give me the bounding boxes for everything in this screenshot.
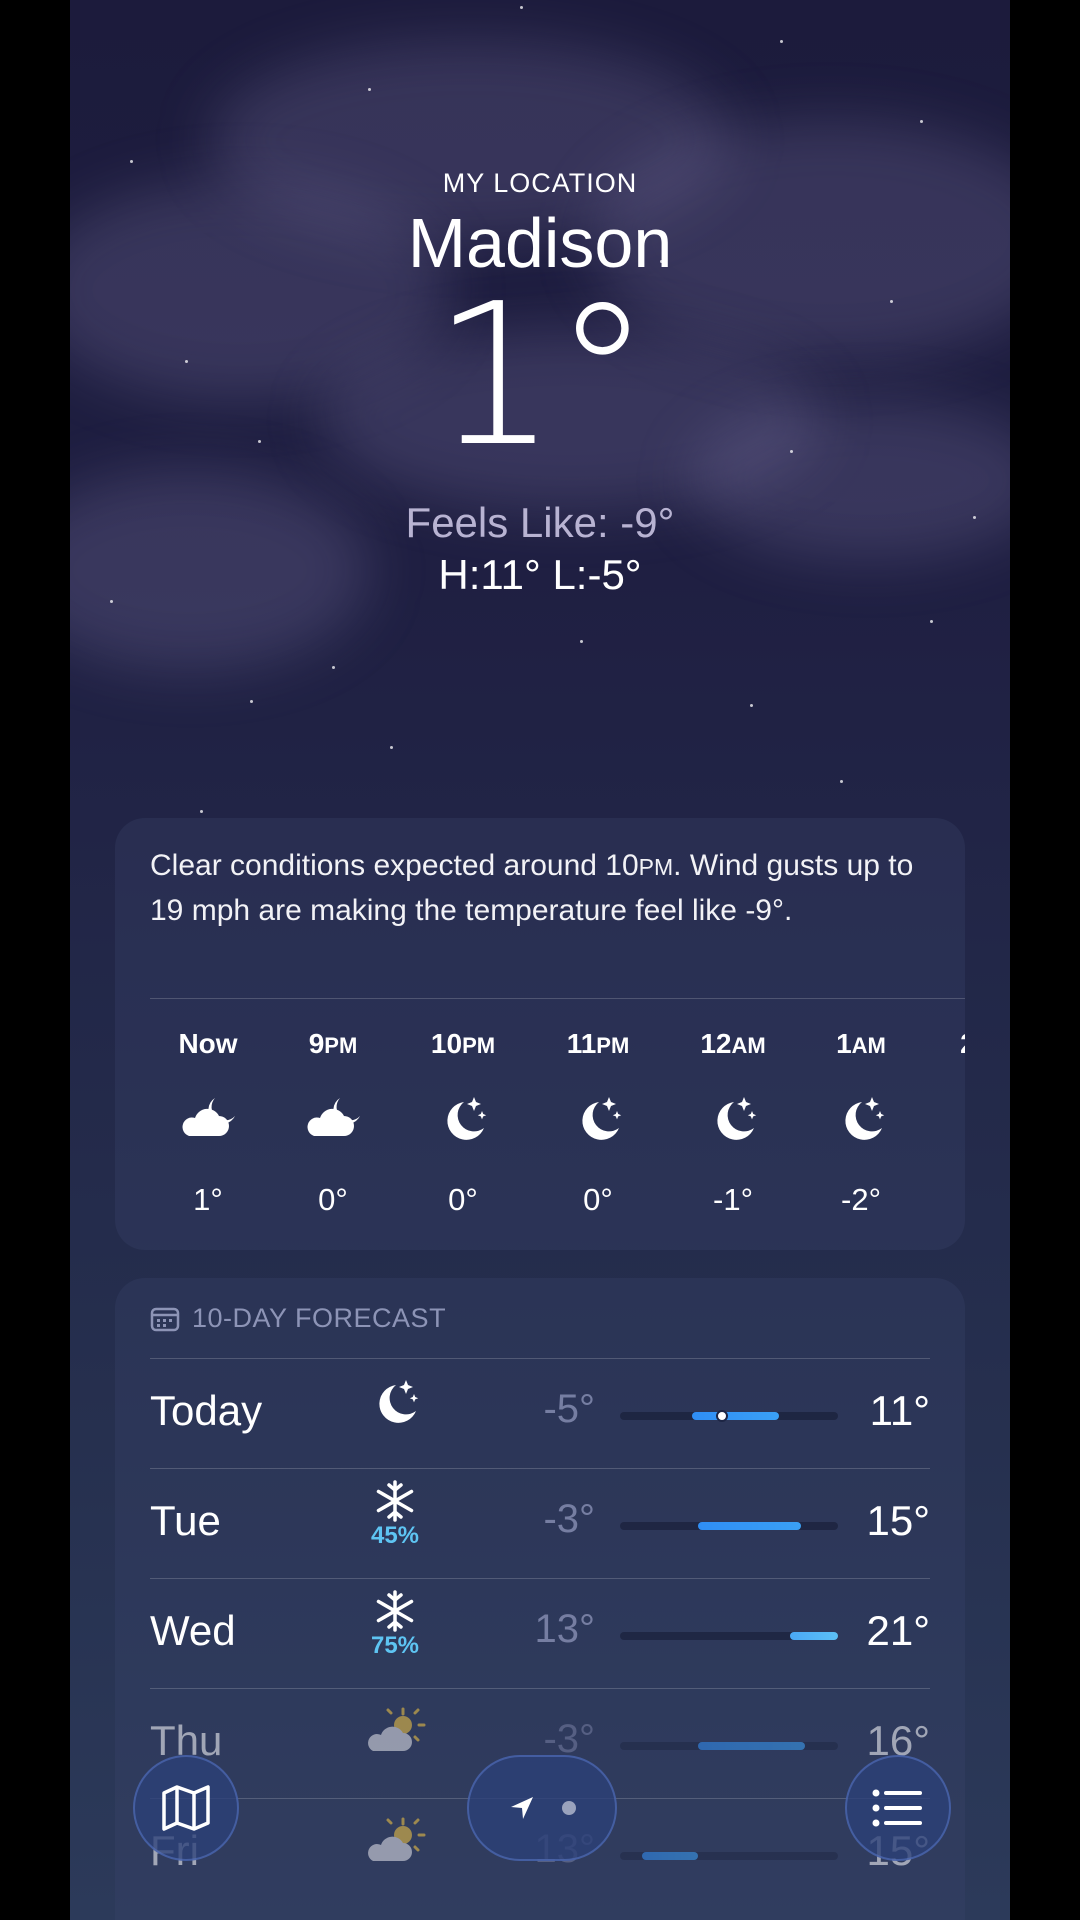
map-icon bbox=[162, 1785, 210, 1831]
moon-stars-icon bbox=[403, 1094, 523, 1146]
precipitation-chance: 75% bbox=[370, 1632, 420, 1659]
hour-item: 10PM 0° bbox=[403, 1028, 523, 1218]
star-decor bbox=[780, 40, 783, 43]
star-decor bbox=[390, 746, 393, 749]
weather-screen: MY LOCATION Madison 1° Feels Like: -9° H… bbox=[70, 0, 1010, 1920]
low-temperature: 13° bbox=[534, 1607, 596, 1651]
partly-sunny-icon bbox=[350, 1707, 440, 1760]
moon-stars-icon bbox=[350, 1377, 440, 1432]
divider bbox=[150, 998, 965, 999]
hour-temperature: 0° bbox=[583, 1182, 613, 1217]
star-decor bbox=[332, 666, 335, 669]
hour-temperature: -2° bbox=[841, 1182, 881, 1217]
feels-like-text: Feels Like: -9° bbox=[405, 499, 675, 546]
high-temperature: 15° bbox=[866, 1497, 930, 1544]
high-temperature: 21° bbox=[866, 1607, 930, 1654]
hour-item: 2AM -2 bbox=[925, 1028, 965, 1218]
low-temperature: -5° bbox=[543, 1387, 595, 1431]
hour-item: Now 1° bbox=[148, 1028, 268, 1218]
star-decor bbox=[750, 704, 753, 707]
forecast-title: 10-DAY FORECAST bbox=[192, 1303, 447, 1333]
current-temperature-dot bbox=[716, 1410, 729, 1422]
day-name: Today bbox=[150, 1387, 263, 1434]
hour-temperature: -1° bbox=[713, 1182, 753, 1217]
star-decor bbox=[920, 120, 923, 123]
location-arrow-icon bbox=[511, 1797, 533, 1819]
calendar-icon bbox=[150, 1307, 180, 1331]
forecast-row[interactable]: Tue 45% -3° 15° bbox=[150, 1469, 930, 1579]
hour-item: 11PM 0° bbox=[538, 1028, 658, 1218]
star-decor bbox=[200, 810, 203, 813]
location-list-button[interactable] bbox=[845, 1755, 951, 1861]
high-low-text: H:11° L:-5° bbox=[438, 551, 642, 598]
day-name: Tue bbox=[150, 1497, 221, 1544]
star-decor bbox=[250, 700, 253, 703]
hourly-forecast-card[interactable]: Clear conditions expected around 10PM. W… bbox=[115, 818, 965, 1250]
partly-sunny-icon bbox=[350, 1817, 440, 1870]
day-name: Wed bbox=[150, 1607, 236, 1654]
hour-item: 12AM -1° bbox=[673, 1028, 793, 1218]
moon-stars-icon bbox=[925, 1094, 965, 1146]
hour-temperature: -2 bbox=[925, 1182, 965, 1218]
current-conditions-header: MY LOCATION Madison 1° Feels Like: -9° H… bbox=[70, 168, 1010, 599]
star-decor bbox=[520, 6, 523, 9]
hour-item: 9PM 0° bbox=[273, 1028, 393, 1218]
temperature-range-fill bbox=[691, 1412, 780, 1420]
hour-item: 1AM -2° bbox=[801, 1028, 921, 1218]
temperature-range-fill bbox=[698, 1522, 801, 1530]
temperature-range-bar bbox=[620, 1632, 838, 1640]
moon-stars-icon bbox=[801, 1094, 921, 1146]
forecast-header: 10-DAY FORECAST bbox=[150, 1303, 446, 1334]
star-decor bbox=[110, 600, 113, 603]
snowflake-icon: 75% bbox=[350, 1589, 440, 1660]
hour-label: 11PM bbox=[566, 1028, 630, 1059]
temperature-range-bar bbox=[620, 1410, 838, 1422]
conditions-summary: Clear conditions expected around 10PM. W… bbox=[150, 849, 914, 927]
hour-label: 10PM bbox=[430, 1028, 496, 1059]
low-temperature: -3° bbox=[543, 1497, 595, 1541]
star-decor bbox=[840, 780, 843, 783]
star-decor bbox=[930, 620, 933, 623]
snowflake-icon: 45% bbox=[350, 1479, 440, 1550]
temperature-range-fill bbox=[790, 1632, 838, 1640]
temperature-range-bar bbox=[620, 1852, 838, 1860]
map-button[interactable] bbox=[133, 1755, 239, 1861]
list-icon bbox=[872, 1789, 922, 1827]
temperature-range-bar bbox=[620, 1742, 838, 1750]
hourly-strip[interactable]: Now 1° 9PM 0° 10PM 0° 11PM 0° 12AM -1° 1AM -2° 2AM -2 bbox=[115, 1028, 965, 1228]
temperature-range-bar bbox=[620, 1522, 838, 1530]
temperature-range-fill bbox=[698, 1742, 806, 1750]
forecast-row[interactable]: Today -5° 11° bbox=[150, 1359, 930, 1469]
hour-label: 9PM bbox=[308, 1028, 358, 1059]
partly-cloudy-night-icon bbox=[148, 1094, 268, 1146]
page-dot bbox=[562, 1801, 576, 1815]
forecast-row[interactable]: Wed 75% 13° 21° bbox=[150, 1579, 930, 1689]
star-decor bbox=[580, 640, 583, 643]
star-decor bbox=[368, 88, 371, 91]
moon-stars-icon bbox=[673, 1094, 793, 1146]
high-temperature: 11° bbox=[869, 1387, 930, 1434]
hour-label: 12AM bbox=[700, 1028, 766, 1059]
hour-label: 1AM bbox=[836, 1028, 886, 1059]
location-pager-button[interactable] bbox=[467, 1755, 617, 1861]
hour-label: 2AM bbox=[925, 1028, 965, 1060]
precipitation-chance: 45% bbox=[370, 1522, 420, 1549]
star-decor bbox=[130, 160, 133, 163]
hour-label: Now bbox=[178, 1028, 238, 1059]
temperature-range-fill bbox=[641, 1852, 699, 1860]
hour-temperature: 0° bbox=[448, 1182, 478, 1217]
current-temperature: 1° bbox=[432, 262, 652, 490]
partly-cloudy-night-icon bbox=[273, 1094, 393, 1146]
hour-temperature: 0° bbox=[318, 1182, 348, 1217]
hour-temperature: 1° bbox=[193, 1182, 223, 1217]
location-label: MY LOCATION bbox=[442, 168, 638, 198]
moon-stars-icon bbox=[538, 1094, 658, 1146]
